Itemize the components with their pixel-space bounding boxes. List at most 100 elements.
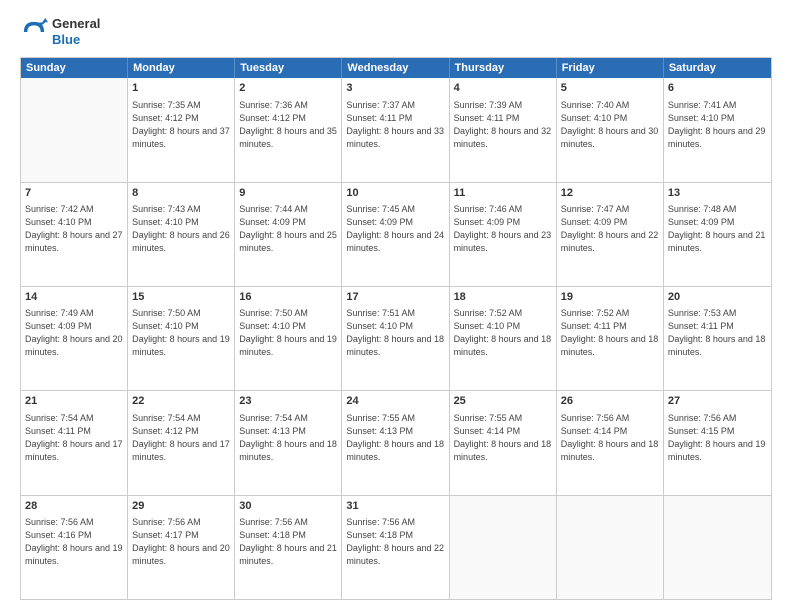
- calendar-cell-31: 31Sunrise: 7:56 AM Sunset: 4:18 PM Dayli…: [342, 496, 449, 599]
- day-number: 18: [454, 290, 552, 305]
- cell-info: Sunrise: 7:56 AM Sunset: 4:16 PM Dayligh…: [25, 516, 123, 568]
- calendar-cell-2: 2Sunrise: 7:36 AM Sunset: 4:12 PM Daylig…: [235, 78, 342, 181]
- day-number: 5: [561, 81, 659, 96]
- calendar-cell-15: 15 Sunrise: 7:50 AM Sunset: 4:10 PM Dayli…: [128, 287, 235, 390]
- calendar-row-1: 7 Sunrise: 7:42 AM Sunset: 4:10 PM Daylig…: [21, 182, 771, 286]
- calendar-row-3: 21 Sunrise: 7:54 AM Sunset: 4:11 PM Dayli…: [21, 390, 771, 494]
- cell-info: Sunrise: 7:56 AM Sunset: 4:15 PM Dayligh…: [668, 412, 767, 464]
- calendar-cell-27: 27 Sunrise: 7:56 AM Sunset: 4:15 PM Dayli…: [664, 391, 771, 494]
- cell-info: Sunrise: 7:55 AM Sunset: 4:14 PM Dayligh…: [454, 412, 552, 464]
- cell-info: Sunrise: 7:50 AM Sunset: 4:10 PM Dayligh…: [239, 307, 337, 359]
- cell-info: Sunrise: 7:36 AM Sunset: 4:12 PM Dayligh…: [239, 99, 337, 151]
- cell-info: Sunrise: 7:51 AM Sunset: 4:10 PM Dayligh…: [346, 307, 444, 359]
- calendar-cell-14: 14 Sunrise: 7:49 AM Sunset: 4:09 PM Dayli…: [21, 287, 128, 390]
- cell-info: Sunrise: 7:56 AM Sunset: 4:18 PM Dayligh…: [239, 516, 337, 568]
- day-number: 29: [132, 499, 230, 514]
- day-number: 9: [239, 186, 337, 201]
- calendar-cell-empty-4-4: [450, 496, 557, 599]
- calendar-cell-17: 17 Sunrise: 7:51 AM Sunset: 4:10 PM Dayli…: [342, 287, 449, 390]
- cell-info: Sunrise: 7:48 AM Sunset: 4:09 PM Dayligh…: [668, 203, 767, 255]
- cell-info: Sunrise: 7:47 AM Sunset: 4:09 PM Dayligh…: [561, 203, 659, 255]
- calendar-body: 1Sunrise: 7:35 AM Sunset: 4:12 PM Daylig…: [21, 78, 771, 599]
- logo-icon: [20, 18, 48, 46]
- cell-info: Sunrise: 7:42 AM Sunset: 4:10 PM Dayligh…: [25, 203, 123, 255]
- calendar-cell-6: 6Sunrise: 7:41 AM Sunset: 4:10 PM Daylig…: [664, 78, 771, 181]
- day-number: 20: [668, 290, 767, 305]
- day-number: 28: [25, 499, 123, 514]
- cell-info: Sunrise: 7:54 AM Sunset: 4:11 PM Dayligh…: [25, 412, 123, 464]
- calendar-cell-18: 18 Sunrise: 7:52 AM Sunset: 4:10 PM Dayli…: [450, 287, 557, 390]
- calendar-cell-11: 11 Sunrise: 7:46 AM Sunset: 4:09 PM Dayli…: [450, 183, 557, 286]
- calendar-cell-10: 10Sunrise: 7:45 AM Sunset: 4:09 PM Dayli…: [342, 183, 449, 286]
- calendar-row-2: 14 Sunrise: 7:49 AM Sunset: 4:09 PM Dayli…: [21, 286, 771, 390]
- day-number: 15: [132, 290, 230, 305]
- cell-info: Sunrise: 7:40 AM Sunset: 4:10 PM Dayligh…: [561, 99, 659, 151]
- day-number: 22: [132, 394, 230, 409]
- cell-info: Sunrise: 7:50 AM Sunset: 4:10 PM Dayligh…: [132, 307, 230, 359]
- page: General Blue SundayMondayTuesdayWednesda…: [0, 0, 792, 612]
- calendar-cell-25: 25 Sunrise: 7:55 AM Sunset: 4:14 PM Dayli…: [450, 391, 557, 494]
- header-day-friday: Friday: [557, 58, 664, 78]
- header-day-saturday: Saturday: [664, 58, 771, 78]
- day-number: 13: [668, 186, 767, 201]
- day-number: 17: [346, 290, 444, 305]
- cell-info: Sunrise: 7:56 AM Sunset: 4:17 PM Dayligh…: [132, 516, 230, 568]
- calendar-cell-7: 7 Sunrise: 7:42 AM Sunset: 4:10 PM Daylig…: [21, 183, 128, 286]
- cell-info: Sunrise: 7:56 AM Sunset: 4:14 PM Dayligh…: [561, 412, 659, 464]
- cell-info: Sunrise: 7:53 AM Sunset: 4:11 PM Dayligh…: [668, 307, 767, 359]
- cell-info: Sunrise: 7:46 AM Sunset: 4:09 PM Dayligh…: [454, 203, 552, 255]
- calendar-cell-21: 21 Sunrise: 7:54 AM Sunset: 4:11 PM Dayli…: [21, 391, 128, 494]
- cell-info: Sunrise: 7:35 AM Sunset: 4:12 PM Dayligh…: [132, 99, 230, 151]
- cell-info: Sunrise: 7:49 AM Sunset: 4:09 PM Dayligh…: [25, 307, 123, 359]
- day-number: 11: [454, 186, 552, 201]
- cell-info: Sunrise: 7:54 AM Sunset: 4:12 PM Dayligh…: [132, 412, 230, 464]
- header-day-wednesday: Wednesday: [342, 58, 449, 78]
- day-number: 6: [668, 81, 767, 96]
- calendar-row-0: 1Sunrise: 7:35 AM Sunset: 4:12 PM Daylig…: [21, 78, 771, 181]
- day-number: 3: [346, 81, 444, 96]
- cell-info: Sunrise: 7:55 AM Sunset: 4:13 PM Dayligh…: [346, 412, 444, 464]
- calendar-cell-20: 20 Sunrise: 7:53 AM Sunset: 4:11 PM Dayli…: [664, 287, 771, 390]
- day-number: 7: [25, 186, 123, 201]
- calendar-cell-28: 28 Sunrise: 7:56 AM Sunset: 4:16 PM Dayli…: [21, 496, 128, 599]
- calendar-cell-19: 19 Sunrise: 7:52 AM Sunset: 4:11 PM Dayli…: [557, 287, 664, 390]
- day-number: 12: [561, 186, 659, 201]
- calendar-cell-24: 24 Sunrise: 7:55 AM Sunset: 4:13 PM Dayli…: [342, 391, 449, 494]
- cell-info: Sunrise: 7:37 AM Sunset: 4:11 PM Dayligh…: [346, 99, 444, 151]
- calendar-cell-3: 3 Sunrise: 7:37 AM Sunset: 4:11 PM Daylig…: [342, 78, 449, 181]
- day-number: 25: [454, 394, 552, 409]
- calendar-cell-empty-4-6: [664, 496, 771, 599]
- day-number: 21: [25, 394, 123, 409]
- calendar-cell-13: 13 Sunrise: 7:48 AM Sunset: 4:09 PM Dayli…: [664, 183, 771, 286]
- day-number: 26: [561, 394, 659, 409]
- day-number: 23: [239, 394, 337, 409]
- cell-info: Sunrise: 7:44 AM Sunset: 4:09 PM Dayligh…: [239, 203, 337, 255]
- cell-info: Sunrise: 7:39 AM Sunset: 4:11 PM Dayligh…: [454, 99, 552, 151]
- calendar-cell-29: 29 Sunrise: 7:56 AM Sunset: 4:17 PM Dayli…: [128, 496, 235, 599]
- day-number: 14: [25, 290, 123, 305]
- calendar-cell-8: 8 Sunrise: 7:43 AM Sunset: 4:10 PM Daylig…: [128, 183, 235, 286]
- calendar-cell-30: 30Sunrise: 7:56 AM Sunset: 4:18 PM Dayli…: [235, 496, 342, 599]
- day-number: 24: [346, 394, 444, 409]
- logo-text-line1: General: [52, 16, 100, 32]
- day-number: 27: [668, 394, 767, 409]
- header-day-thursday: Thursday: [450, 58, 557, 78]
- calendar-cell-16: 16 Sunrise: 7:50 AM Sunset: 4:10 PM Dayli…: [235, 287, 342, 390]
- calendar-cell-23: 23Sunrise: 7:54 AM Sunset: 4:13 PM Dayli…: [235, 391, 342, 494]
- day-number: 16: [239, 290, 337, 305]
- cell-info: Sunrise: 7:43 AM Sunset: 4:10 PM Dayligh…: [132, 203, 230, 255]
- calendar-cell-12: 12 Sunrise: 7:47 AM Sunset: 4:09 PM Dayli…: [557, 183, 664, 286]
- day-number: 8: [132, 186, 230, 201]
- day-number: 10: [346, 186, 444, 201]
- cell-info: Sunrise: 7:52 AM Sunset: 4:10 PM Dayligh…: [454, 307, 552, 359]
- header-day-monday: Monday: [128, 58, 235, 78]
- header-day-tuesday: Tuesday: [235, 58, 342, 78]
- calendar-cell-26: 26 Sunrise: 7:56 AM Sunset: 4:14 PM Dayli…: [557, 391, 664, 494]
- cell-info: Sunrise: 7:52 AM Sunset: 4:11 PM Dayligh…: [561, 307, 659, 359]
- calendar-cell-5: 5 Sunrise: 7:40 AM Sunset: 4:10 PM Daylig…: [557, 78, 664, 181]
- header-day-sunday: Sunday: [21, 58, 128, 78]
- calendar-header: SundayMondayTuesdayWednesdayThursdayFrid…: [21, 58, 771, 78]
- day-number: 19: [561, 290, 659, 305]
- calendar-cell-1: 1Sunrise: 7:35 AM Sunset: 4:12 PM Daylig…: [128, 78, 235, 181]
- logo-text-line2: Blue: [52, 32, 100, 48]
